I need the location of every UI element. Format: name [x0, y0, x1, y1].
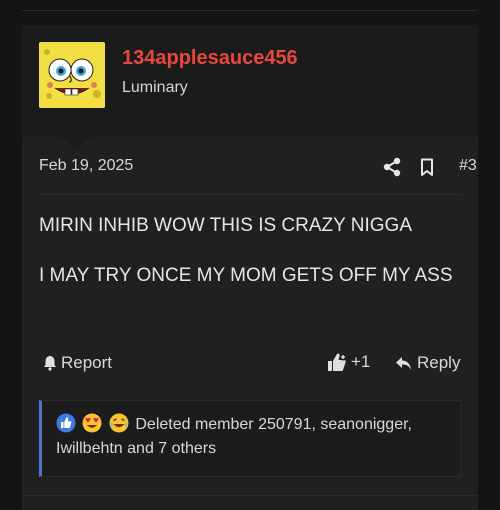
post-actions: Report +1 Reply	[39, 351, 478, 377]
reply-icon	[396, 356, 411, 370]
post-body: MIRIN INHIB WOW THIS IS CRAZY NIGGA I MA…	[39, 213, 458, 289]
reactions-summary: Deleted member 250791, seanonigger, Iwil…	[56, 413, 452, 461]
post-date[interactable]: Feb 19, 2025	[39, 157, 133, 175]
reply-label: Reply	[417, 353, 461, 372]
report-label: Report	[61, 353, 113, 372]
post: 134applesauce456 Luminary Feb 19, 2025 #…	[22, 25, 478, 510]
bookmark-icon[interactable]	[420, 158, 434, 177]
post-number-link[interactable]: #3	[459, 157, 477, 175]
reaction-count: +1	[351, 352, 371, 371]
post-body-line: I MAY TRY ONCE MY MOM GETS OFF MY ASS	[39, 265, 453, 286]
reactions-bar: Deleted member 250791, seanonigger, Iwil…	[39, 400, 461, 477]
user-title: Luminary	[122, 79, 188, 96]
spongebob-avatar-icon	[39, 42, 105, 108]
username-link[interactable]: 134applesauce456	[122, 47, 298, 70]
heart-eyes-icon	[82, 413, 102, 433]
like-icon	[56, 413, 76, 433]
thumbs-up-icon	[328, 353, 347, 371]
laughing-icon	[109, 413, 129, 433]
bottom-divider	[22, 495, 478, 496]
post-body-line: MIRIN INHIB WOW THIS IS CRAZY NIGGA	[39, 215, 412, 236]
author-panel: 134applesauce456 Luminary	[22, 25, 478, 137]
report-button[interactable]: Report	[43, 353, 112, 373]
top-divider	[22, 10, 478, 11]
avatar[interactable]	[39, 42, 105, 108]
post-meta-row: Feb 19, 2025 #3	[39, 157, 478, 179]
author-panel-arrow	[62, 137, 90, 149]
reply-button[interactable]: Reply	[395, 353, 460, 373]
bell-icon	[44, 356, 56, 371]
share-icon[interactable]	[383, 157, 401, 177]
react-button[interactable]: +1	[327, 352, 370, 372]
meta-divider	[39, 194, 461, 195]
